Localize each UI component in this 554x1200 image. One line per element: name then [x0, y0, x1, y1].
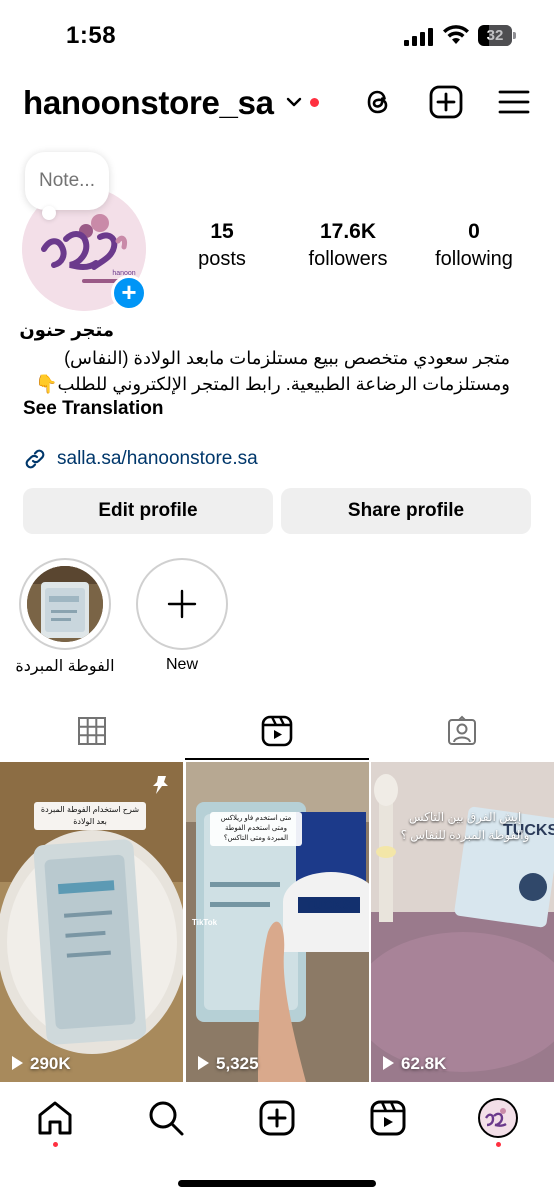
- highlight-ring: [19, 558, 111, 650]
- see-translation-link[interactable]: See Translation: [23, 398, 163, 420]
- new-highlight-label: New: [165, 656, 198, 673]
- menu-hamburger-icon[interactable]: [496, 84, 532, 120]
- battery-fill: [489, 25, 512, 46]
- highlight-new[interactable]: New: [136, 558, 228, 674]
- cellular-signal-icon: [404, 28, 434, 46]
- posts-label: posts: [198, 248, 246, 270]
- reels-icon: [261, 715, 293, 747]
- reels-nav-icon[interactable]: [368, 1098, 408, 1138]
- link-icon: [25, 449, 45, 469]
- reel-caption: شرح استخدام الفوطة المبردة بعد الولادة: [34, 802, 146, 830]
- tiktok-watermark: TikTok: [192, 918, 218, 927]
- highlight-cover-image: [27, 566, 103, 642]
- highlight-label: الفوطة المبردة: [15, 658, 115, 675]
- threads-icon[interactable]: [360, 84, 396, 120]
- tucks-brand-label: TUCKS: [305, 898, 352, 912]
- status-time: 1:58: [66, 22, 117, 49]
- reel-caption: متى استخدم فاو ريلاكس ومتى استخدم الفوطة…: [210, 812, 302, 846]
- hanoon-logo-icon: [484, 1108, 507, 1127]
- status-bar: 1:58 32: [0, 0, 554, 72]
- reel-thumbnail[interactable]: TUCKS إيش الفرق بين التاكس والفوطة المبر…: [371, 762, 554, 1082]
- bio-line-1: متجر سعودي متخصص ببيع مستلزمات مابعد الو…: [64, 348, 510, 368]
- reel-thumbnail[interactable]: شرح استخدام الفوطة المبردة بعد الولادة 2…: [0, 762, 183, 1082]
- following-label: following: [435, 248, 513, 270]
- create-new-icon[interactable]: [428, 84, 464, 120]
- stat-posts[interactable]: 15 posts: [180, 220, 264, 271]
- reel-thumbnail[interactable]: TUCKS متى استخدم فاو ريلاكس ومتى استخدم …: [186, 762, 369, 1082]
- active-tab-indicator: [185, 758, 369, 760]
- pin-icon: [153, 776, 168, 794]
- posts-count: 15: [210, 220, 234, 243]
- profile-header: hanoonstore_sa: [0, 80, 554, 130]
- reel-view-count: 62.8K: [383, 1054, 446, 1074]
- profile-display-name: متجر حنون: [19, 320, 114, 340]
- battery-tip: [513, 32, 516, 39]
- home-icon[interactable]: [35, 1098, 75, 1138]
- stat-followers[interactable]: 17.6K followers: [300, 220, 396, 271]
- create-icon[interactable]: [257, 1098, 297, 1138]
- reel-view-count: 5,325: [198, 1054, 259, 1074]
- home-notification-dot: [53, 1142, 58, 1147]
- profile-tabs: [0, 704, 554, 762]
- share-profile-button[interactable]: Share profile: [281, 488, 531, 534]
- note-bubble[interactable]: Note...: [25, 152, 109, 210]
- account-notification-dot: [310, 98, 319, 107]
- reels-grid: شرح استخدام الفوطة المبردة بعد الولادة 2…: [0, 762, 554, 1082]
- edit-profile-button[interactable]: Edit profile: [23, 488, 273, 534]
- followers-label: followers: [308, 248, 388, 270]
- bio-line-2: ومستلزمات الرضاعة الطبيعية. رابط المتجر …: [35, 374, 510, 394]
- grid-icon: [78, 717, 106, 745]
- reel-view-count: 290K: [12, 1054, 71, 1074]
- wifi-icon: [443, 25, 469, 44]
- chevron-down-icon[interactable]: [286, 96, 302, 108]
- add-story-button[interactable]: +: [111, 275, 147, 311]
- bio-link-text: salla.sa/hanoonstore.sa: [57, 448, 258, 469]
- plus-icon: [167, 589, 197, 619]
- tab-posts-grid[interactable]: [0, 704, 184, 762]
- new-highlight-ring: [136, 558, 228, 650]
- tab-reels[interactable]: [185, 704, 369, 762]
- following-count: 0: [468, 220, 480, 243]
- profile-notification-dot: [496, 1142, 501, 1147]
- profile-nav-avatar[interactable]: [478, 1098, 518, 1138]
- username-switcher[interactable]: hanoonstore_sa: [23, 84, 274, 122]
- highlight-cooling-pad[interactable]: الفوطة المبردة: [15, 558, 115, 676]
- tagged-icon: [448, 715, 476, 745]
- note-bubble-tail: [42, 206, 56, 220]
- search-icon[interactable]: [146, 1098, 186, 1138]
- reel-caption: إيش الفرق بين التاكس والفوطة المبردة للن…: [400, 810, 530, 842]
- battery-icon: 32: [478, 25, 516, 46]
- stat-following[interactable]: 0 following: [426, 220, 522, 271]
- tab-tagged[interactable]: [370, 704, 554, 762]
- followers-count: 17.6K: [319, 220, 377, 243]
- home-indicator: [178, 1180, 376, 1187]
